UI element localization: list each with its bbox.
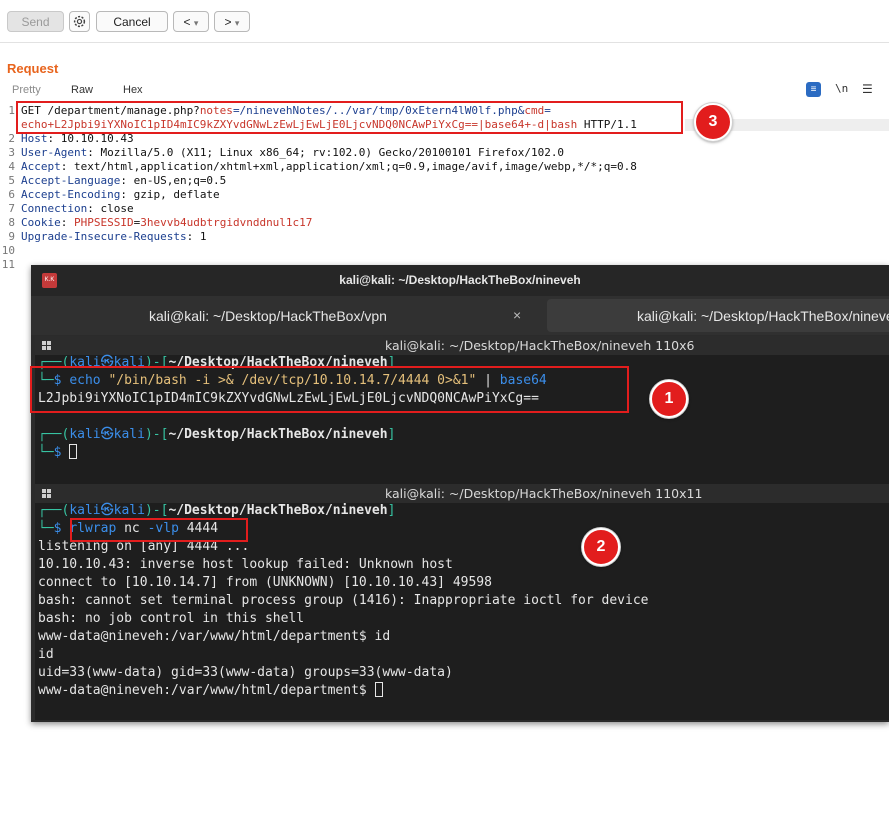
line-number: 8 bbox=[8, 216, 15, 229]
output-line: bash: cannot set terminal process group … bbox=[38, 593, 649, 608]
output-line: www-data@nineveh:/var/www/html/departmen… bbox=[38, 629, 391, 644]
header-line: Upgrade-Insecure-Requests: 1 bbox=[21, 230, 207, 243]
pane-title: kali@kali: ~/Desktop/HackTheBox/nineveh … bbox=[385, 486, 703, 501]
gear-icon bbox=[73, 15, 86, 28]
command-line: └─$ bbox=[38, 444, 78, 462]
word-wrap-icon[interactable]: ≡ bbox=[806, 82, 821, 97]
back-arrow-icon: < bbox=[183, 15, 191, 29]
output-line: uid=33(www-data) gid=33(www-data) groups… bbox=[38, 665, 453, 680]
header-line-cookie: Cookie: PHPSESSID=3hevvb4udbtrgidvnddnul… bbox=[21, 216, 313, 229]
shell-prompt-line: www-data@nineveh:/var/www/html/departmen… bbox=[38, 682, 383, 700]
output-line: bash: no job control in this shell bbox=[38, 611, 305, 626]
terminal-titlebar[interactable]: K.K kali@kali: ~/Desktop/HackTheBox/nine… bbox=[31, 265, 889, 296]
terminal-tab-vpn[interactable]: kali@kali: ~/Desktop/HackTheBox/vpn × bbox=[31, 296, 544, 335]
pane-header: kali@kali: ~/Desktop/HackTheBox/nineveh … bbox=[35, 336, 889, 355]
split-grid-icon bbox=[42, 341, 51, 350]
pane-header: kali@kali: ~/Desktop/HackTheBox/nineveh … bbox=[35, 484, 889, 503]
output-line: 10.10.10.43: inverse host lookup failed:… bbox=[38, 557, 453, 572]
line-number: 5 bbox=[8, 174, 15, 187]
line-number: 6 bbox=[8, 188, 15, 201]
output-line: id bbox=[38, 647, 54, 662]
terminal-window: K.K kali@kali: ~/Desktop/HackTheBox/nine… bbox=[31, 265, 889, 722]
highlight-box-echo bbox=[30, 366, 629, 413]
highlight-box-request bbox=[16, 101, 683, 134]
close-icon[interactable]: × bbox=[513, 307, 521, 323]
forward-button[interactable]: > ▾ bbox=[214, 11, 250, 32]
terminal-tab-label: kali@kali: ~/Desktop/HackTheBox/vpn bbox=[149, 308, 387, 324]
line-number: 2 bbox=[8, 132, 15, 145]
forward-arrow-icon: > bbox=[224, 15, 232, 29]
line-number: 3 bbox=[8, 146, 15, 159]
skull-icon: ㉿ bbox=[100, 427, 114, 442]
header-line: Connection: close bbox=[21, 202, 134, 215]
menu-icon[interactable]: ☰ bbox=[862, 82, 873, 96]
header-line: Accept-Encoding: gzip, deflate bbox=[21, 188, 220, 201]
header-line: Host: 10.10.10.43 bbox=[21, 132, 134, 145]
cancel-button[interactable]: Cancel bbox=[96, 11, 168, 32]
highlight-box-listener bbox=[70, 518, 248, 542]
settings-button[interactable] bbox=[69, 11, 90, 32]
annotation-badge-1: 1 bbox=[650, 380, 688, 418]
newline-toggle[interactable]: \n bbox=[835, 82, 848, 95]
header-line: Accept-Language: en-US,en;q=0.5 bbox=[21, 174, 227, 187]
skull-icon: ㉿ bbox=[100, 503, 114, 518]
send-button[interactable]: Send bbox=[7, 11, 64, 32]
tab-pretty[interactable]: Pretty bbox=[12, 84, 41, 96]
tab-raw[interactable]: Raw bbox=[71, 84, 93, 96]
terminal-window-title: kali@kali: ~/Desktop/HackTheBox/nineveh bbox=[339, 273, 581, 287]
line-number: 11 bbox=[1, 258, 15, 271]
repeater-toolbar: Send Cancel < ▾ > ▾ bbox=[0, 0, 889, 43]
terminal-tab-label: kali@kali: ~/Desktop/HackTheBox/nineveh bbox=[637, 308, 889, 324]
request-view-tabs: Pretty Raw Hex bbox=[0, 82, 889, 100]
annotation-badge-3: 3 bbox=[694, 103, 732, 141]
terminal-tabbar: kali@kali: ~/Desktop/HackTheBox/vpn × ka… bbox=[31, 296, 889, 335]
split-grid-icon bbox=[42, 489, 51, 498]
request-panel-title: Request bbox=[7, 61, 59, 76]
line-number: 1 bbox=[8, 104, 15, 117]
pane-title: kali@kali: ~/Desktop/HackTheBox/nineveh … bbox=[385, 338, 695, 353]
back-button[interactable]: < ▾ bbox=[173, 11, 209, 32]
line-number: 4 bbox=[8, 160, 15, 173]
terminal-cursor bbox=[374, 682, 383, 697]
line-number: 9 bbox=[8, 230, 15, 243]
chevron-down-icon: ▾ bbox=[234, 18, 240, 28]
line-number: 10 bbox=[1, 244, 15, 257]
chevron-down-icon: ▾ bbox=[193, 18, 199, 28]
line-number: 7 bbox=[8, 202, 15, 215]
terminal-tab-nineveh[interactable]: kali@kali: ~/Desktop/HackTheBox/nineveh bbox=[547, 299, 889, 332]
output-line: connect to [10.10.14.7] from (UNKNOWN) [… bbox=[38, 575, 492, 590]
annotation-badge-2: 2 bbox=[582, 528, 620, 566]
header-line: Accept: text/html,application/xhtml+xml,… bbox=[21, 160, 637, 173]
prompt-line: ┌──(kali㉿kali)-[~/Desktop/HackTheBox/nin… bbox=[38, 427, 396, 442]
tab-hex[interactable]: Hex bbox=[123, 84, 143, 96]
terminal-cursor bbox=[69, 444, 78, 459]
header-line: User-Agent: Mozilla/5.0 (X11; Linux x86_… bbox=[21, 146, 565, 159]
